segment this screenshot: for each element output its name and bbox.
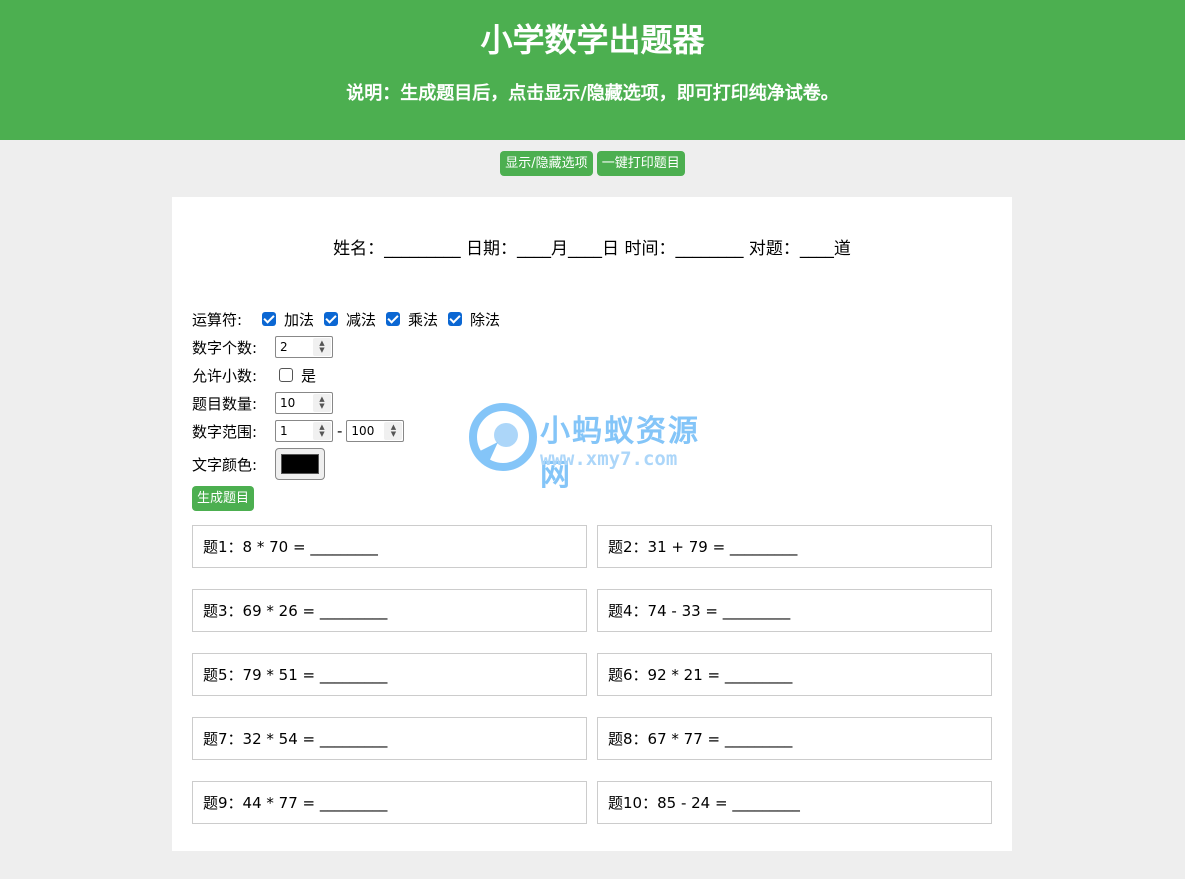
question-item: 题1：8 * 70 = _________ — [192, 525, 587, 568]
range-label: 数字范围: — [192, 422, 258, 441]
subtraction-label: 减法 — [346, 310, 377, 329]
page-title: 小学数学出题器 — [480, 21, 705, 59]
worksheet: 姓名：_________ 日期：____月____日 时间：________ 对… — [172, 197, 1012, 851]
num-count-label: 数字个数: — [192, 338, 258, 357]
text-color-picker[interactable] — [275, 448, 325, 480]
range-min-input[interactable]: 1 ▲ ▼ — [275, 420, 333, 442]
question-count-row: 题目数量: 10 ▲ ▼ — [192, 389, 510, 417]
question-item: 题9：44 * 77 = _________ — [192, 781, 587, 824]
num-count-row: 数字个数: 2 ▲ ▼ — [192, 333, 510, 361]
operator-label: 运算符: — [192, 310, 243, 329]
allow-decimal-label: 允许小数: — [192, 366, 258, 385]
num-count-value: 2 — [280, 340, 288, 354]
range-separator: - — [337, 422, 343, 440]
options-panel: 运算符: 加法 减法 乘法 除法 数字个数: 2 ▲ ▼ 允许小数: 是 题目数量… — [192, 305, 510, 513]
question-count-label: 题目数量: — [192, 394, 258, 413]
student-info-line: 姓名：_________ 日期：____月____日 时间：________ 对… — [333, 239, 851, 259]
question-item: 题3：69 * 26 = _________ — [192, 589, 587, 632]
range-row: 数字范围: 1 ▲ ▼ - 100 ▲ ▼ — [192, 417, 510, 445]
print-button[interactable]: 一键打印题目 — [596, 151, 685, 176]
generate-button[interactable]: 生成题目 — [192, 485, 255, 511]
multiplication-label: 乘法 — [408, 310, 439, 329]
question-item: 题4：74 - 33 = _________ — [597, 589, 992, 632]
question-item: 题6：92 * 21 = _________ — [597, 653, 992, 696]
allow-decimal-option: 是 — [301, 366, 317, 385]
division-label: 除法 — [470, 310, 501, 329]
generate-row: 生成题目 — [192, 483, 510, 513]
num-count-input[interactable]: 2 ▲ ▼ — [275, 336, 333, 358]
question-item: 题10：85 - 24 = _________ — [597, 781, 992, 824]
text-color-swatch — [281, 454, 319, 474]
allow-decimal-row: 允许小数: 是 — [192, 361, 510, 389]
page-header: 小学数学出题器 说明：生成题目后，点击显示/隐藏选项，即可打印纯净试卷。 — [0, 0, 1185, 140]
question-item: 题7：32 * 54 = _________ — [192, 717, 587, 760]
question-item: 题2：31 + 79 = _________ — [597, 525, 992, 568]
range-min-value: 1 — [280, 424, 288, 438]
question-count-input[interactable]: 10 ▲ ▼ — [275, 392, 333, 414]
page-subtitle: 说明：生成题目后，点击显示/隐藏选项，即可打印纯净试卷。 — [346, 83, 839, 104]
toggle-options-button[interactable]: 显示/隐藏选项 — [500, 151, 593, 176]
question-count-spinner[interactable]: ▲ ▼ — [313, 394, 331, 412]
operator-row: 运算符: 加法 减法 乘法 除法 — [192, 305, 510, 333]
allow-decimal-checkbox[interactable] — [279, 368, 293, 382]
addition-label: 加法 — [284, 310, 315, 329]
division-checkbox[interactable] — [448, 312, 463, 326]
question-count-value: 10 — [280, 396, 296, 410]
range-max-value: 100 — [351, 424, 375, 438]
range-max-input[interactable]: 100 ▲ ▼ — [346, 420, 405, 442]
color-row: 文字颜色: — [192, 445, 510, 483]
toolbar: 显示/隐藏选项 一键打印题目 — [0, 151, 1185, 176]
range-min-spinner[interactable]: ▲ ▼ — [313, 422, 331, 440]
question-item: 题5：79 * 51 = _________ — [192, 653, 587, 696]
addition-checkbox[interactable] — [262, 312, 276, 326]
question-item: 题8：67 * 77 = _________ — [597, 717, 992, 760]
multiplication-checkbox[interactable] — [386, 312, 401, 326]
range-max-spinner[interactable]: ▲ ▼ — [384, 422, 403, 440]
num-count-spinner[interactable]: ▲ ▼ — [313, 338, 331, 356]
question-grid: 题1：8 * 70 = _________ 题2：31 + 79 = _____… — [192, 525, 992, 824]
subtraction-checkbox[interactable] — [324, 312, 339, 326]
color-label: 文字颜色: — [192, 455, 258, 474]
